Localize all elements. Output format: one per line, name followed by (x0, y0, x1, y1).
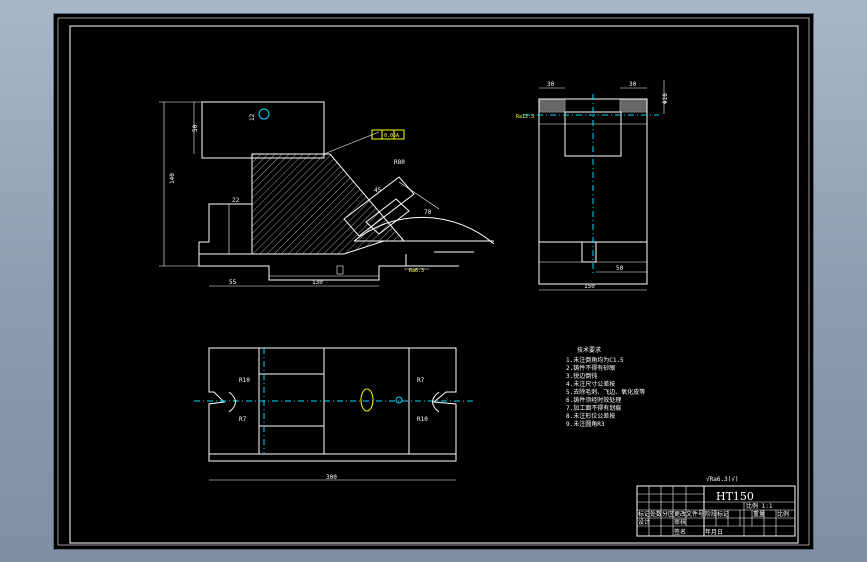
front-view[interactable]: 140 50 12 22 130 55 0.05 A R80 45 70 Ra6… (159, 101, 495, 287)
top-view[interactable]: R10 R7 R7 R10 300 (194, 347, 474, 481)
tb-cell: 标记 (638, 510, 650, 518)
dim-text: R10 (417, 416, 428, 423)
inner-border (69, 25, 799, 544)
hole-circle (258, 108, 270, 120)
tech-req-line: 5.去除毛刺、飞边、氧化皮等 (566, 388, 645, 396)
tb-cell: 分区 (662, 510, 674, 518)
left-notch (228, 391, 236, 413)
outer-border (57, 17, 810, 546)
tb-cell: 处数 (650, 510, 662, 518)
side-bolt-hole (581, 241, 597, 263)
tech-req-line: 8.未注形位公差按 (566, 412, 615, 420)
tb-cell: 阶段标记 (705, 510, 729, 518)
tb-cell: 年月日 (705, 528, 723, 536)
tech-req-line: 1.未注倒角均为C1.5 (566, 356, 624, 364)
tb-designer: 设计 (638, 518, 650, 526)
top-hole (360, 388, 374, 412)
top-boss (201, 101, 325, 159)
tb-cell: 重量 (753, 510, 765, 518)
dim-text: 55 (229, 279, 237, 286)
tech-req-line: 9.未注圆角R3 (566, 420, 605, 428)
dim-text: R7 (239, 416, 247, 423)
tb-cell: 签名 (674, 528, 686, 536)
tech-req-line: 6.铸件须经时效处理 (566, 396, 621, 404)
dim-text: 70 (424, 209, 432, 216)
section-hatch (251, 153, 406, 255)
dim-text: 130 (312, 279, 323, 286)
dim-text: R80 (394, 159, 405, 166)
material-label: HT150 (716, 490, 754, 503)
roughness-note: √Ra6.3(√) (706, 476, 739, 483)
side-hatch-right (619, 98, 648, 113)
tech-req-line: 4.未注尺寸公差按 (566, 380, 615, 388)
side-view[interactable]: 30 30 Ra12.5 50 150 Φ16 (516, 80, 669, 291)
dim-text: 50 (192, 124, 199, 132)
dim-text: 140 (169, 173, 176, 184)
tol-text: A (396, 133, 399, 139)
side-hatch-left (538, 98, 566, 113)
cad-viewport[interactable]: 140 50 12 22 130 55 0.05 A R80 45 70 Ra6… (54, 14, 813, 549)
tb-cell: 比例 (777, 510, 789, 518)
ra-text: Ra6.3 (409, 268, 424, 274)
leader-line (323, 131, 380, 155)
tech-req-line: 2.铸件不得有砂眼 (566, 364, 615, 372)
dim-text: Φ16 (662, 93, 669, 104)
dim-text: R7 (417, 377, 425, 384)
tol-text: 0.05 (384, 133, 396, 139)
dim-text: 30 (547, 81, 555, 88)
tech-req-line: 7.加工面不得有划痕 (566, 404, 621, 412)
side-body (538, 98, 648, 285)
dim-text: 150 (584, 283, 595, 290)
top-outline (208, 347, 457, 462)
dim-text: 50 (616, 265, 624, 272)
dim-angled (398, 181, 440, 210)
tb-cell: 更改文件号 (674, 510, 704, 518)
right-foot (405, 254, 459, 267)
ra-text: Ra12.5 (516, 114, 534, 120)
left-step (198, 203, 252, 255)
dim-text: 22 (232, 197, 240, 204)
dim-text: R10 (239, 377, 250, 384)
tb-checker: 审核 (674, 518, 686, 526)
technical-requirements: 技术要求 1.未注倒角均为C1.5 2.铸件不得有砂眼 3.锐边倒钝 4.未注尺… (566, 346, 645, 428)
tech-req-title: 技术要求 (577, 346, 601, 354)
scale-note: 比例 1:1 (746, 502, 773, 510)
dim-text: 45 (374, 187, 382, 194)
dim-text: 30 (629, 81, 637, 88)
dim-text: 12 (249, 113, 256, 121)
top-small-hole (395, 396, 403, 404)
tech-req-line: 3.锐边倒钝 (566, 372, 597, 380)
title-block: HT150 比例 1:1 标记 处数 分区 更改文件号 阶段标记 重量 比例 设… (636, 485, 796, 537)
dim-text: 300 (326, 474, 337, 481)
datum-box (336, 265, 344, 275)
drawing-canvas[interactable]: 140 50 12 22 130 55 0.05 A R80 45 70 Ra6… (54, 14, 813, 549)
